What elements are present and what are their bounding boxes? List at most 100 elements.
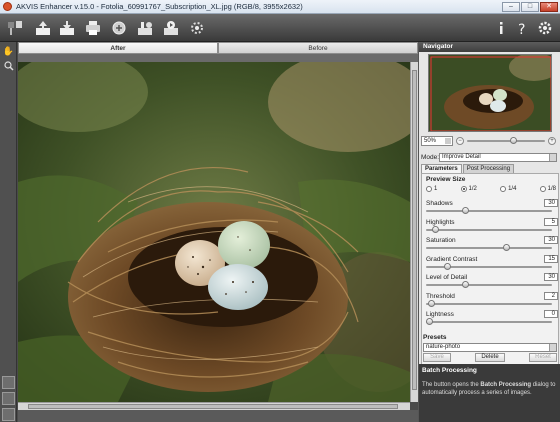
param-shadows: Shadows 30 [426, 199, 558, 218]
param-value-input[interactable]: 30 [544, 199, 558, 207]
param-slider[interactable] [426, 262, 552, 270]
preview-size-1-2[interactable]: 1/2 [460, 186, 477, 192]
preset-buttons: Save Delete Reset [423, 353, 557, 362]
minimize-button[interactable]: – [502, 2, 520, 12]
param-gradient-contrast: Gradient Contrast 15 [426, 254, 558, 274]
open-icon[interactable] [32, 17, 54, 39]
param-label: Gradient Contrast [426, 255, 478, 263]
preview-size-1-4[interactable]: 1/4 [500, 186, 516, 192]
param-label: Shadows [426, 200, 453, 207]
share-icon[interactable] [108, 17, 130, 39]
mode-label: Mode: [421, 153, 440, 161]
param-slider-knob[interactable] [428, 299, 436, 307]
run-icon[interactable] [160, 17, 182, 39]
delete-preset-button[interactable]: Delete [475, 353, 505, 362]
radio-label: 1/4 [508, 186, 517, 192]
vertical-scroll-thumb[interactable] [412, 70, 417, 390]
horizontal-scroll-thumb[interactable] [28, 404, 398, 409]
navigator-thumbnail[interactable] [428, 54, 552, 132]
radio-icon [500, 186, 507, 192]
param-value-input[interactable]: 30 [544, 273, 558, 281]
preview-size-1[interactable]: 1 [426, 186, 437, 192]
param-slider[interactable] [426, 299, 552, 307]
hint-description: The button opens the Batch Processing di… [422, 381, 558, 397]
view-single-icon[interactable] [2, 376, 15, 389]
close-button[interactable]: ✕ [540, 2, 558, 12]
tab-after[interactable]: After [18, 42, 218, 54]
mode-row: Mode: Improve Detail [421, 152, 559, 162]
mode-select[interactable]: Improve Detail [439, 152, 557, 162]
brush-tool-icon[interactable] [4, 17, 26, 39]
zoom-row: 50% − + [421, 135, 559, 147]
param-value-input[interactable]: 2 [544, 291, 558, 300]
view-split-icon[interactable] [2, 392, 15, 405]
hint-panel: Batch Processing The button opens the Ba… [419, 364, 560, 422]
window-title: AKVIS Enhancer v.15.0 - Fotolia_60991767… [16, 2, 303, 11]
zoom-slider[interactable] [467, 137, 545, 144]
param-slider-knob[interactable] [431, 225, 439, 233]
hint-title: Batch Processing [422, 367, 477, 374]
param-slider-knob[interactable] [443, 262, 451, 270]
preset-value: nature-photo [426, 344, 461, 350]
chevron-down-icon [549, 153, 556, 161]
param-slider[interactable] [426, 207, 552, 214]
reset-preset-button[interactable]: Reset [529, 353, 557, 362]
info-icon[interactable] [490, 17, 512, 39]
tab-post-processing[interactable]: Post Processing [462, 164, 515, 173]
param-slider[interactable] [426, 225, 552, 233]
status-bar [18, 410, 418, 422]
zoom-tool-icon[interactable] [2, 59, 15, 72]
zoom-slider-knob[interactable] [509, 137, 517, 144]
maximize-button[interactable]: □ [521, 2, 539, 12]
param-saturation: Saturation 30 [426, 236, 558, 255]
presets-header: Presets [423, 334, 447, 341]
tab-parameters[interactable]: Parameters [421, 164, 462, 173]
hand-tool-icon[interactable]: ✋ [2, 45, 15, 58]
radio-icon [426, 186, 432, 192]
preview-size-1-8[interactable]: 1/8 [539, 186, 556, 192]
param-slider-knob[interactable] [461, 207, 469, 214]
param-value-input[interactable]: 15 [544, 254, 558, 263]
print-icon[interactable] [82, 17, 104, 39]
zoom-in-button[interactable]: + [548, 137, 556, 145]
hint-text-bold: Batch Processing [480, 382, 532, 388]
param-threshold: Threshold 2 [426, 291, 558, 311]
param-label: Level of Detail [426, 274, 468, 281]
navigator-header: Navigator [419, 42, 560, 52]
radio-label: 1 [434, 186, 438, 192]
param-label: Threshold [426, 292, 455, 300]
param-slider[interactable] [426, 281, 552, 288]
help-icon[interactable]: ? [512, 17, 534, 39]
horizontal-scrollbar[interactable] [18, 402, 410, 410]
save-icon[interactable] [56, 17, 78, 39]
param-label: Highlights [426, 218, 455, 226]
param-slider[interactable] [426, 318, 552, 325]
param-slider[interactable] [426, 244, 552, 251]
preset-select[interactable]: nature-photo [423, 343, 557, 352]
chevron-down-icon [549, 344, 556, 351]
preview-size-title: Preview Size [426, 176, 466, 183]
view-tabs: After Before [18, 42, 418, 54]
vertical-scrollbar[interactable] [410, 62, 418, 402]
param-slider-knob[interactable] [426, 318, 433, 325]
left-toolbar: ✋ [0, 42, 17, 422]
param-value-input[interactable]: 5 [544, 217, 558, 226]
zoom-select[interactable]: 50% [421, 136, 453, 146]
view-toggle-icon[interactable] [2, 408, 15, 421]
bird-nest-photo [18, 62, 410, 402]
title-bar: AKVIS Enhancer v.15.0 - Fotolia_60991767… [0, 0, 560, 14]
param-value-input[interactable]: 30 [544, 236, 558, 244]
tab-before[interactable]: Before [218, 42, 418, 54]
param-slider-knob[interactable] [503, 244, 511, 251]
param-slider-knob[interactable] [461, 281, 469, 288]
settings-icon[interactable] [534, 17, 556, 39]
apply-icon[interactable] [186, 17, 208, 39]
param-value-input[interactable]: 0 [544, 310, 558, 318]
param-level-of-detail: Level of Detail 30 [426, 273, 558, 292]
radio-label: 1/2 [468, 186, 477, 192]
batch-icon[interactable] [134, 17, 156, 39]
image-canvas[interactable] [18, 62, 410, 402]
save-preset-button[interactable]: Save [423, 353, 451, 362]
zoom-out-button[interactable]: − [456, 137, 464, 145]
canvas-top-border [18, 54, 418, 62]
